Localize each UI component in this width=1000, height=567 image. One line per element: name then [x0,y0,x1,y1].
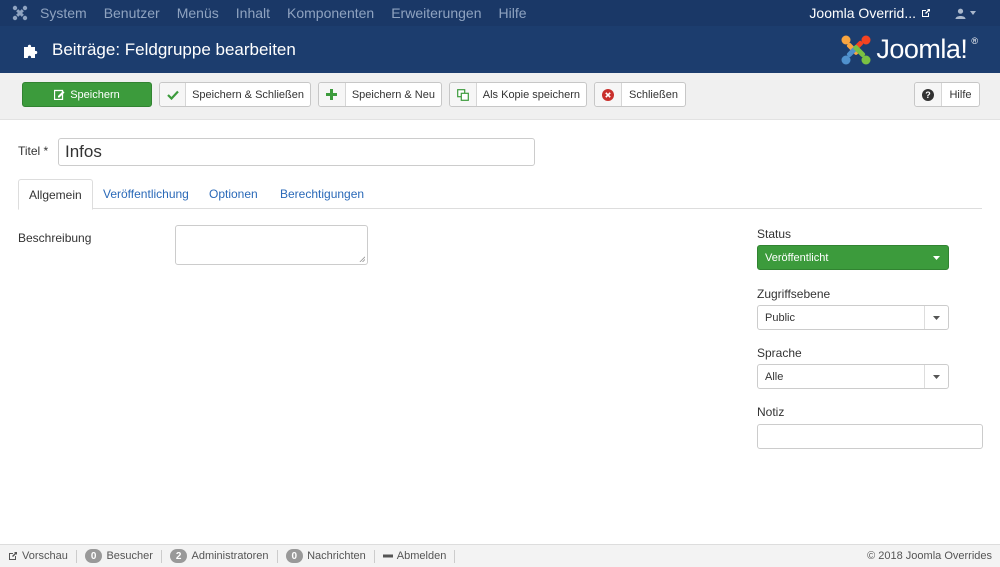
menu-item-extensions[interactable]: Erweiterungen [391,5,481,21]
tab-publishing[interactable]: Veröffentlichung [103,179,189,209]
title-input[interactable]: Infos [58,138,535,166]
joomla-logo: Joomla! ® [840,34,978,66]
copy-icon [450,83,477,106]
language-select[interactable]: Alle [757,364,949,389]
note-input[interactable] [757,424,983,449]
external-link-icon [922,9,930,17]
status-label: Status [757,227,792,241]
joomla-wordmark: Joomla! [876,34,968,64]
resize-grip-icon[interactable] [359,256,365,262]
site-link-label: Joomla Overrid... [809,5,916,21]
top-nav-right: Joomla Overrid... [809,0,1000,26]
top-nav: System Benutzer Menüs Inhalt Komponenten… [0,0,1000,26]
save-copy-label: Als Kopie speichern [482,88,580,101]
save-button[interactable]: Speichern [22,82,152,107]
language-value: Alle [765,370,784,383]
visitors-badge: 0 [84,549,103,563]
joomla-logo-icon [841,35,871,64]
puzzle-icon [20,39,42,61]
caret-down-icon [924,365,948,388]
menu-item-users[interactable]: Benutzer [104,5,160,21]
save-new-label: Speichern & Neu [351,88,435,101]
main-menu: System Benutzer Menüs Inhalt Komponenten… [40,0,544,26]
admins-link[interactable]: 2 Administratoren [162,549,278,563]
messages-label: Nachrichten [307,550,366,562]
check-icon [160,83,187,106]
menu-item-menus[interactable]: Menüs [177,5,219,21]
menu-item-help[interactable]: Hilfe [498,5,526,21]
description-label: Beschreibung [18,231,92,245]
caret-down-icon [970,11,976,15]
help-button[interactable]: ? Hilfe [914,82,980,107]
caret-down-icon [924,246,948,269]
access-select[interactable]: Public [757,305,949,330]
logout-link[interactable]: Abmelden [375,549,456,563]
visitors-link[interactable]: 0 Besucher [77,549,162,563]
logout-label: Abmelden [396,550,447,562]
note-label: Notiz [757,405,785,419]
title-value: Infos [65,142,102,161]
menu-item-components[interactable]: Komponenten [287,5,374,21]
tab-options[interactable]: Optionen [209,179,258,209]
minus-icon [382,554,393,558]
save-close-button[interactable]: Speichern & Schließen [159,82,311,107]
edit-icon [54,89,65,100]
save-label: Speichern [70,88,120,101]
close-circle-icon [595,83,622,106]
registered-mark: ® [971,35,978,46]
help-label: Hilfe [949,88,972,101]
access-value: Public [765,311,795,324]
save-new-button[interactable]: Speichern & Neu [318,82,442,107]
preview-label: Vorschau [22,550,68,562]
toolbar: Speichern Speichern & Schließen Speicher… [0,73,1000,120]
language-label: Sprache [757,346,802,360]
caret-down-icon [924,306,948,329]
tab-general[interactable]: Allgemein [18,179,93,210]
messages-badge: 0 [285,549,304,563]
description-textarea[interactable] [175,225,368,265]
help-icon: ? [915,83,942,106]
plus-icon [319,83,346,106]
status-bar: Vorschau 0 Besucher 2 Administratoren 0 … [0,544,1000,567]
menu-item-content[interactable]: Inhalt [236,5,270,21]
user-icon [955,8,966,19]
admins-label: Administratoren [191,550,269,562]
copyright: © 2018 Joomla Overrides [867,550,992,562]
save-copy-button[interactable]: Als Kopie speichern [449,82,587,107]
external-link-icon [9,552,17,560]
status-select[interactable]: Veröffentlicht [757,245,949,270]
tab-bar: Allgemein Veröffentlichung Optionen Bere… [18,179,982,210]
messages-link[interactable]: 0 Nachrichten [278,549,375,563]
visitors-label: Besucher [106,550,153,562]
admins-badge: 2 [169,549,188,563]
page-title: Beiträge: Feldgruppe bearbeiten [52,39,296,59]
close-button[interactable]: Schließen [594,82,686,107]
save-close-label: Speichern & Schließen [192,88,304,101]
tab-permissions[interactable]: Berechtigungen [280,179,364,209]
title-label: Titel * [18,144,49,158]
user-menu[interactable] [955,8,976,19]
status-value: Veröffentlicht [765,251,829,264]
site-link[interactable]: Joomla Overrid... [809,5,931,21]
page: System Benutzer Menüs Inhalt Komponenten… [0,0,1000,567]
svg-text:?: ? [925,90,931,100]
menu-item-system[interactable]: System [40,5,87,21]
joomla-icon[interactable] [0,0,40,26]
preview-link[interactable]: Vorschau [0,549,77,563]
access-label: Zugriffsebene [757,287,831,301]
close-label: Schließen [629,88,678,101]
page-header: Beiträge: Feldgruppe bearbeiten Joomla! … [0,26,1000,73]
